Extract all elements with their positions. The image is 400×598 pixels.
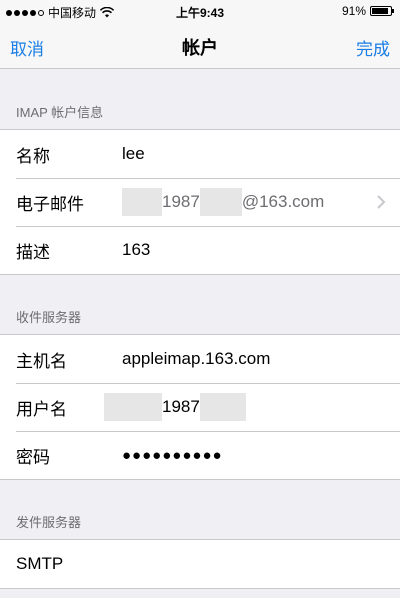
username-row[interactable]: 用户名 1987	[0, 383, 400, 431]
hostname-field[interactable]: appleimap.163.com	[122, 349, 400, 369]
password-row[interactable]: 密码 ●●●●●●●●●●	[0, 431, 400, 479]
incoming-server-group: 主机名 appleimap.163.com 用户名 1987 密码 ●●●●●●…	[0, 334, 400, 480]
email-label: 电子邮件	[16, 194, 84, 214]
section-header-imap: IMAP 帐户信息	[16, 105, 104, 120]
done-button[interactable]: 完成	[356, 35, 390, 60]
status-time: 上午9:43	[175, 6, 225, 20]
status-right: 91%	[341, 4, 394, 18]
battery-icon	[370, 6, 394, 16]
imap-account-group: 名称 lee 电子邮件 1987 @163.com 描述 163	[0, 129, 400, 275]
navigation-bar: 取消 帐户 完成	[0, 22, 400, 69]
email-value-suffix: @163.com	[241, 192, 325, 211]
description-label: 描述	[16, 242, 50, 262]
name-row[interactable]: 名称 lee	[0, 130, 400, 178]
description-row[interactable]: 描述 163	[0, 226, 400, 274]
hostname-label: 主机名	[16, 351, 67, 371]
redacted-block	[199, 188, 242, 216]
status-bar: 中国移动 上午9:43 91%	[0, 0, 400, 22]
password-label: 密码	[16, 447, 50, 467]
description-field[interactable]: 163	[122, 240, 400, 260]
smtp-row[interactable]: SMTP	[0, 540, 400, 588]
chevron-right-icon	[377, 195, 386, 209]
name-field[interactable]: lee	[122, 144, 400, 164]
email-value: 1987 @163.com	[122, 188, 400, 216]
smtp-label: SMTP	[16, 554, 64, 573]
redacted-block	[122, 188, 162, 216]
battery-percent: 91%	[341, 4, 366, 18]
redacted-block	[104, 393, 162, 421]
username-field[interactable]: 1987	[104, 393, 400, 421]
email-row[interactable]: 电子邮件 1987 @163.com	[0, 178, 400, 226]
name-label: 名称	[16, 146, 50, 166]
section-header-outgoing: 发件服务器	[16, 515, 82, 530]
password-field[interactable]: ●●●●●●●●●●	[122, 447, 400, 464]
section-header-incoming: 收件服务器	[16, 310, 82, 325]
username-value-middle: 1987	[162, 397, 200, 416]
redacted-block	[199, 393, 246, 421]
page-title: 帐户	[182, 38, 218, 58]
outgoing-server-group: SMTP	[0, 539, 400, 589]
hostname-row[interactable]: 主机名 appleimap.163.com	[0, 335, 400, 383]
email-value-middle: 1987	[162, 192, 200, 211]
